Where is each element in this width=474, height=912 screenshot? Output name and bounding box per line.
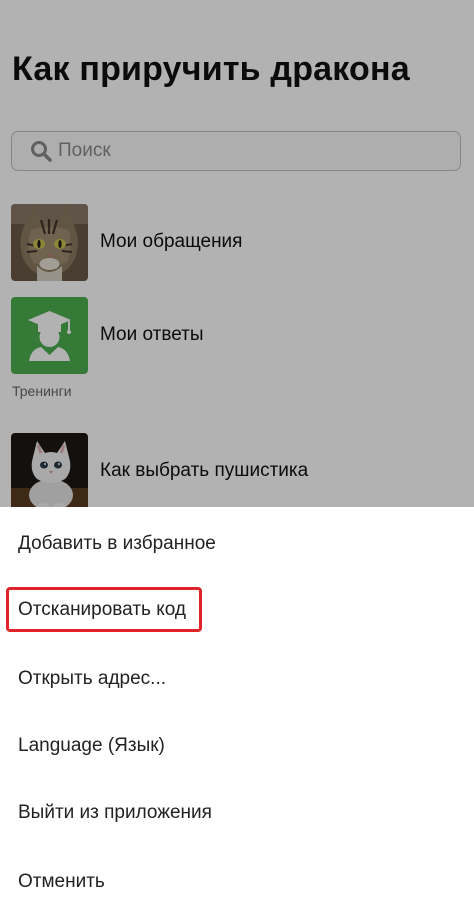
menu-item-cancel[interactable]: Отменить xyxy=(18,862,105,902)
menu-item-scan-code[interactable]: Отсканировать код xyxy=(18,590,186,630)
menu-item-open-address[interactable]: Открыть адрес... xyxy=(18,659,166,699)
action-sheet: Добавить в избранное Отсканировать код О… xyxy=(0,507,474,912)
dim-overlay[interactable] xyxy=(0,0,474,507)
menu-item-add-to-favorites[interactable]: Добавить в избранное xyxy=(18,524,216,564)
menu-item-exit-app[interactable]: Выйти из приложения xyxy=(18,793,212,833)
screen: Как приручить дракона Поиск Мои обращени… xyxy=(0,0,474,912)
menu-item-language[interactable]: Language (Язык) xyxy=(18,726,165,766)
